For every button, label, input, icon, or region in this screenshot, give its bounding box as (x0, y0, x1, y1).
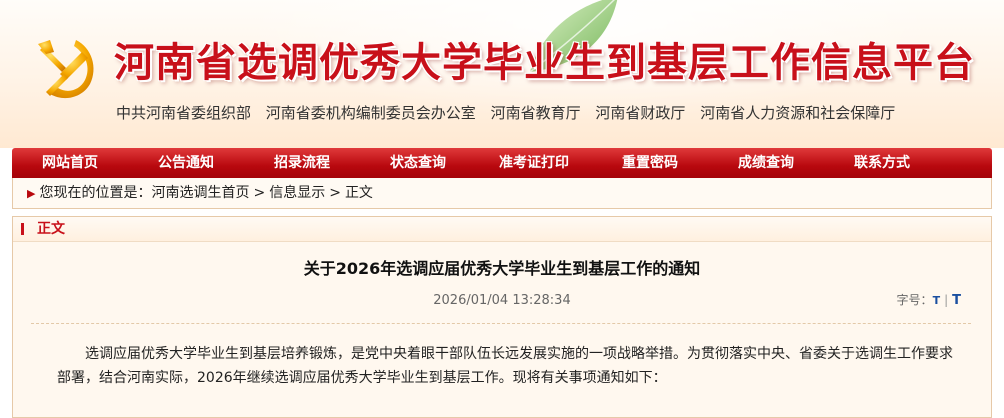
nav-status-query[interactable]: 状态查询 (360, 148, 476, 178)
breadcrumb-info-link[interactable]: 信息显示 (269, 185, 325, 201)
article-title: 关于2026年选调应届优秀大学毕业生到基层工作的通知 (303, 259, 701, 278)
breadcrumb: ▶ 您现在的位置是：河南选调生首页 > 信息显示 > 正文 (12, 178, 992, 209)
panel-header: 正文 (13, 217, 991, 242)
site-title: 河南省选调优秀大学毕业生到基层工作信息平台 (114, 39, 975, 86)
party-emblem-icon (38, 40, 94, 99)
header-banner: 河南省选调优秀大学毕业生到基层工作信息平台 中共河南省委组织部 河南省委机构编制… (0, 0, 1004, 148)
main-nav: 网站首页 公告通知 招录流程 状态查询 准考证打印 重置密码 成绩查询 联系方式 (12, 148, 992, 178)
nav-contact[interactable]: 联系方式 (824, 148, 940, 178)
panel-marker-icon (21, 223, 24, 235)
breadcrumb-separator: > (253, 185, 266, 201)
nav-reset-password[interactable]: 重置密码 (592, 148, 708, 178)
article-datetime: 2026/01/04 13:28:34 (433, 293, 571, 308)
breadcrumb-current: 正文 (344, 185, 373, 201)
sponsor-list: 中共河南省委组织部 河南省委机构编制委员会办公室 河南省教育厅 河南省财政厅 河… (116, 102, 905, 123)
sponsor-item: 河南省教育厅 (490, 104, 581, 122)
font-size-label: 字号： (896, 293, 933, 307)
panel-heading: 正文 (37, 221, 65, 237)
font-size-divider: | (944, 293, 949, 307)
breadcrumb-home-link[interactable]: 河南选调生首页 (151, 185, 249, 201)
breadcrumb-arrow-icon: ▶ (27, 187, 36, 200)
sponsor-item: 河南省财政厅 (595, 104, 686, 122)
font-size-control: 字号：T | T (897, 291, 961, 308)
sponsor-item: 中共河南省委组织部 (116, 104, 252, 122)
sponsor-item: 河南省委机构编制委员会办公室 (265, 104, 476, 122)
breadcrumb-separator: > (329, 185, 341, 201)
breadcrumb-prefix: 您现在的位置是： (39, 185, 152, 201)
nav-score-query[interactable]: 成绩查询 (708, 148, 824, 178)
font-size-large-button[interactable]: T (952, 293, 961, 308)
nav-announcements[interactable]: 公告通知 (128, 148, 244, 178)
nav-recruitment-process[interactable]: 招录流程 (244, 148, 360, 178)
nav-home[interactable]: 网站首页 (12, 148, 128, 178)
nav-admission-ticket[interactable]: 准考证打印 (476, 148, 592, 178)
content-panel: 正文 关于2026年选调应届优秀大学毕业生到基层工作的通知 2026/01/04… (12, 216, 992, 418)
article-divider (31, 323, 971, 324)
font-size-small-button[interactable]: T (933, 294, 941, 307)
sponsor-item: 河南省人力资源和社会保障厅 (700, 104, 896, 122)
article-body: 选调应届优秀大学毕业生到基层培养锻炼，是党中央着眼干部队伍长远发展实施的一项战略… (57, 346, 953, 386)
